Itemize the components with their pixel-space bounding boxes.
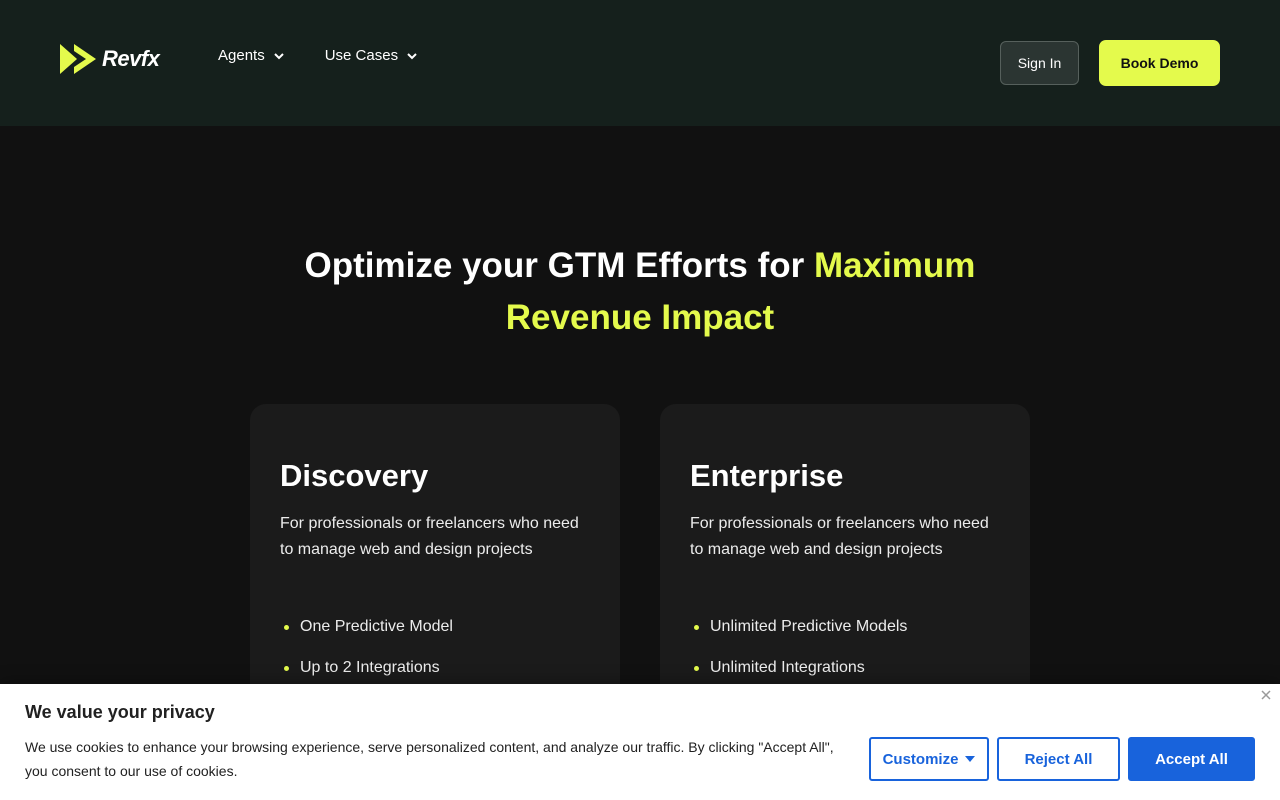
bullet-icon <box>694 665 699 671</box>
close-icon[interactable] <box>1259 688 1273 702</box>
bullet-icon <box>694 624 699 630</box>
sign-in-button[interactable]: Sign In <box>1000 41 1079 85</box>
nav-item-label: Use Cases <box>324 47 399 64</box>
book-demo-button[interactable]: Book Demo <box>1099 40 1220 86</box>
logo-text: Revfx <box>102 46 160 71</box>
main-nav: Agents Use Cases <box>218 47 418 64</box>
nav-item-label: Agents <box>218 47 265 64</box>
double-play-arrow-icon <box>60 44 96 74</box>
nav-item-agents[interactable]: Agents <box>218 47 285 64</box>
site-header: Revfx Agents Use Cases Sign In Book Demo <box>0 0 1280 126</box>
feature-label: Unlimited Predictive Models <box>710 618 908 635</box>
list-item: Unlimited Predictive Models <box>690 614 907 640</box>
cookie-text: We use cookies to enhance your browsing … <box>25 739 834 779</box>
plan-description: For professionals or freelancers who nee… <box>280 515 579 558</box>
feature-label: Unlimited Integrations <box>710 659 865 676</box>
bullet-icon <box>284 665 289 671</box>
chevron-down-icon <box>407 52 417 59</box>
plan-name: Discovery <box>280 458 429 493</box>
logo[interactable]: Revfx <box>60 44 160 74</box>
hero-title: Optimize your GTM Efforts for Maximum Re… <box>240 240 1040 344</box>
customize-label: Customize <box>882 750 959 768</box>
nav-item-use-cases[interactable]: Use Cases <box>325 47 418 64</box>
bullet-icon <box>284 624 289 630</box>
plan-description: For professionals or freelancers who nee… <box>690 515 989 558</box>
customize-button[interactable]: Customize <box>869 737 989 781</box>
chevron-down-icon <box>273 52 284 59</box>
feature-label: One Predictive Model <box>300 618 453 635</box>
list-item: Up to 2 Integrations <box>280 655 453 681</box>
list-item: One Predictive Model <box>280 614 453 640</box>
list-item: Unlimited Integrations <box>690 655 907 681</box>
accept-all-button[interactable]: Accept All <box>1128 737 1255 781</box>
hero-title-plain: Optimize your GTM Efforts for <box>304 246 814 285</box>
plan-name: Enterprise <box>690 458 844 493</box>
cookie-title: We value your privacy <box>25 702 215 722</box>
caret-down-icon <box>965 756 976 762</box>
reject-all-button[interactable]: Reject All <box>997 737 1120 781</box>
feature-label: Up to 2 Integrations <box>300 659 440 676</box>
